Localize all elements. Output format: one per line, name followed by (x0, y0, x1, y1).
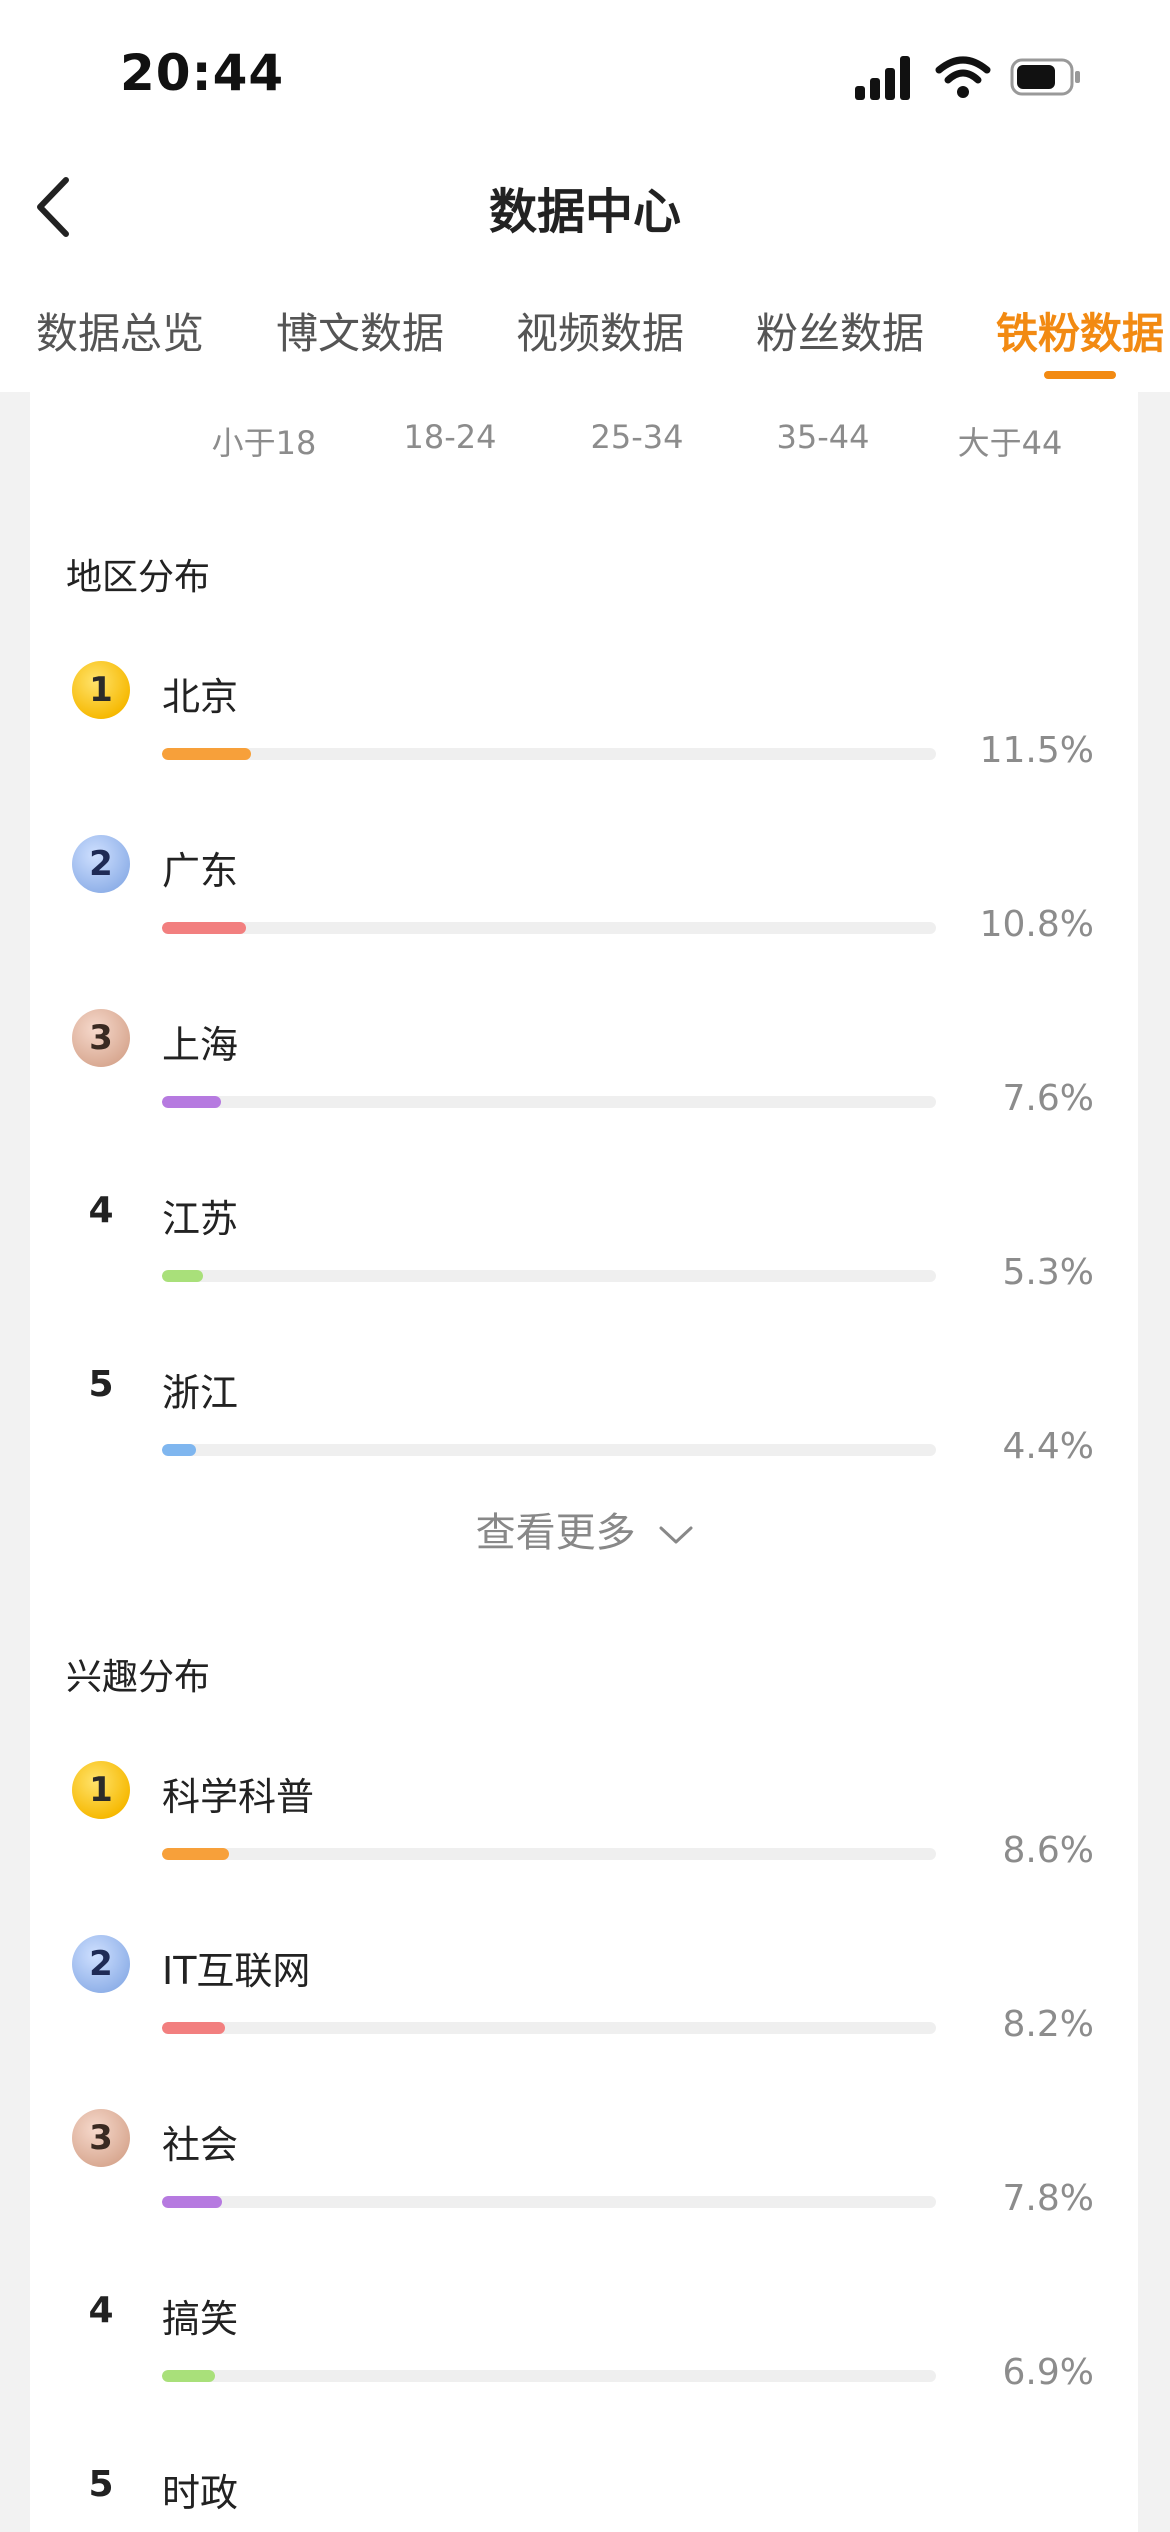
view-more-label: 查看更多 (475, 1510, 636, 1556)
progress-fill (162, 2196, 223, 2208)
tab-overview[interactable]: 数据总览 (36, 300, 204, 361)
tab-posts[interactable]: 博文数据 (276, 300, 444, 361)
progress-fill (162, 1848, 229, 1860)
progress-track (162, 922, 936, 934)
progress-track (162, 748, 936, 760)
app-header: 20:44 数据中心 数据总览 博文数据 视频数据 粉丝数据 铁粉数据 (0, 0, 1170, 392)
view-more-button[interactable]: 查看更多 (0, 1500, 1170, 1558)
progress-fill (162, 2370, 216, 2382)
age-label: 小于18 (211, 424, 317, 462)
progress-track (162, 1848, 936, 1860)
interest-percent: 8.6% (1002, 1830, 1094, 1871)
region-name: 上海 (162, 1023, 239, 1067)
progress-fill (162, 1444, 197, 1456)
chevron-down-icon (659, 1526, 693, 1544)
tab-iron-fans[interactable]: 铁粉数据 (996, 300, 1164, 361)
progress-track (162, 1444, 936, 1456)
progress-track (162, 2370, 936, 2382)
tab-fans[interactable]: 粉丝数据 (756, 300, 924, 361)
progress-track (162, 1270, 936, 1282)
age-label: 18-24 (403, 418, 497, 456)
rank-badge-bronze: 3 (72, 1009, 130, 1067)
rank-badge-gold: 1 (72, 661, 130, 719)
page-title: 数据中心 (488, 184, 681, 240)
rank-number: 4 (88, 2290, 114, 2331)
interest-name: IT互联网 (162, 1949, 311, 1993)
status-time: 20:44 (120, 44, 285, 102)
interest-percent: 8.2% (1002, 2004, 1094, 2045)
region-percent: 7.6% (1002, 1078, 1094, 1119)
age-label: 25-34 (590, 418, 684, 456)
progress-fill (162, 922, 246, 934)
region-name: 北京 (162, 675, 239, 719)
progress-fill (162, 2022, 226, 2034)
rank-badge-gold: 1 (72, 1761, 130, 1819)
wifi-icon (935, 56, 991, 98)
interest-percent: 7.8% (1002, 2178, 1094, 2219)
tab-videos[interactable]: 视频数据 (516, 300, 684, 361)
interest-percent: 6.9% (1002, 2352, 1094, 2393)
interest-name: 科学科普 (162, 1775, 315, 1819)
region-percent: 5.3% (1002, 1252, 1094, 1293)
region-name: 江苏 (162, 1197, 239, 1241)
rank-number: 4 (88, 1190, 114, 1231)
progress-track (162, 2022, 936, 2034)
age-label: 大于44 (957, 424, 1063, 462)
tab-bar: 数据总览 博文数据 视频数据 粉丝数据 铁粉数据 (0, 300, 1170, 370)
interest-name: 搞笑 (162, 2297, 239, 2341)
progress-track (162, 2196, 936, 2208)
rank-badge-silver: 2 (72, 835, 130, 893)
rank-badge-bronze: 3 (72, 2109, 130, 2167)
battery-icon (1010, 58, 1080, 96)
age-legend: 小于18 18-24 25-34 35-44 大于44 (0, 418, 1170, 468)
interest-name: 社会 (162, 2123, 239, 2167)
rank-badge-silver: 2 (72, 1935, 130, 1993)
progress-fill (162, 1096, 221, 1108)
active-tab-indicator (1044, 371, 1116, 379)
section-title-region: 地区分布 (66, 557, 211, 598)
progress-track (162, 1096, 936, 1108)
region-percent: 10.8% (979, 904, 1094, 945)
region-name: 浙江 (162, 1371, 239, 1415)
region-percent: 11.5% (979, 730, 1094, 771)
signal-icon (855, 56, 917, 100)
age-label: 35-44 (776, 418, 870, 456)
rank-number: 5 (88, 1364, 114, 1405)
progress-fill (162, 748, 251, 760)
region-percent: 4.4% (1002, 1426, 1094, 1467)
section-title-interest: 兴趣分布 (66, 1657, 211, 1698)
interest-name: 时政 (162, 2471, 239, 2515)
rank-number: 5 (88, 2464, 114, 2505)
progress-fill (162, 1270, 204, 1282)
region-name: 广东 (162, 849, 239, 893)
